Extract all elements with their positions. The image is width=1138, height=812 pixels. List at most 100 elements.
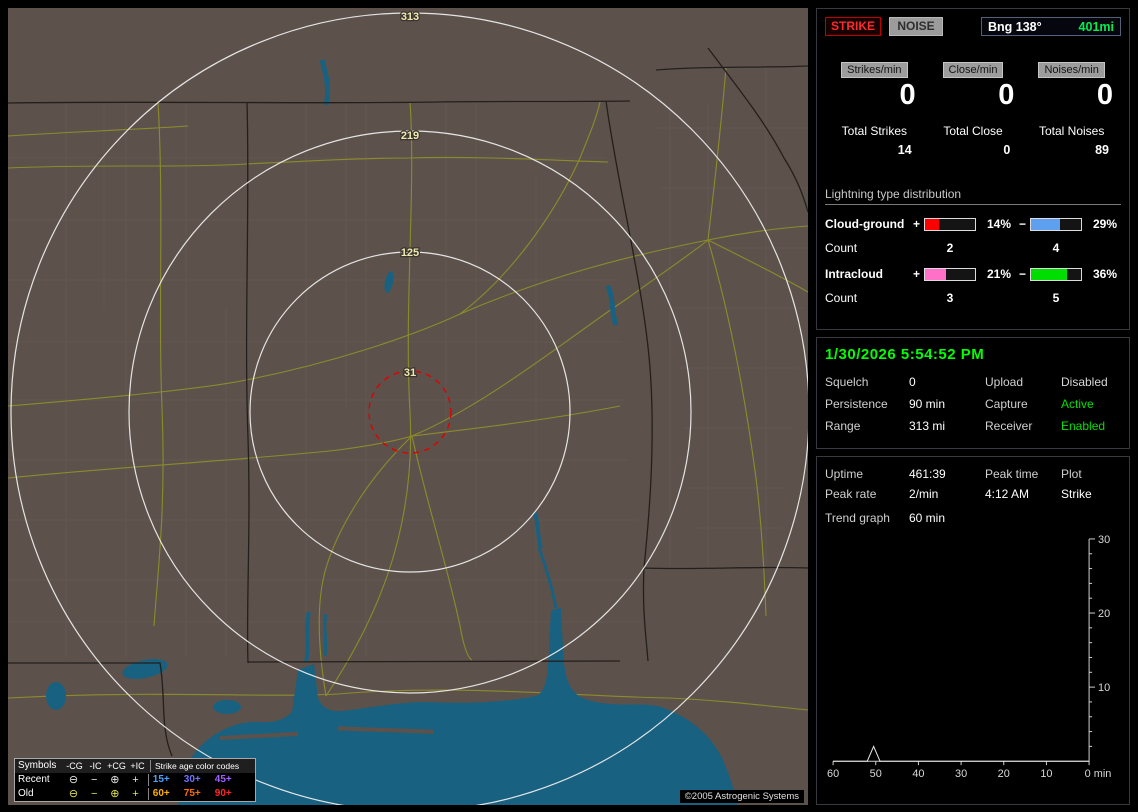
strikes-per-min-column: Strikes/min 0 [825,60,924,112]
svg-text:20: 20 [998,768,1010,780]
neg-ic-symbol-old: − [90,788,98,800]
noises-per-min-value: 0 [1096,79,1114,111]
copyright-notice: ©2005 Astrogenic Systems [679,790,804,803]
lightning-map[interactable]: 313 219 125 31 Symbols -CG -IC +CG +IC S… [8,8,808,805]
strike-indicator-button[interactable]: STRIKE [825,17,881,36]
persistence-value: 90 min [909,397,946,411]
upload-label: Upload [985,375,1024,389]
svg-text:20: 20 [1098,608,1110,620]
legend-col-neg-cg: -CG [66,761,83,771]
neg-cg-symbol-recent: ⊖ [68,774,79,786]
svg-text:30: 30 [1098,534,1110,546]
range-label: Range [825,419,861,433]
trend-graph-plot: 30 20 10 60 50 40 30 20 10 0 min [827,534,1112,780]
bar-fill [925,218,939,230]
intracloud-label: Intracloud [825,267,884,281]
total-noises-value: 89 [1095,143,1110,157]
close-per-min-label: Close/min [942,62,1004,78]
trend-graph-row: Trend graph 60 min [825,511,1121,525]
distribution-title: Lightning type distribution [825,187,1121,205]
cloud-ground-positive-pct: 14% [986,217,1011,231]
legend-header-row: Symbols -CG -IC +CG +IC Strike age color… [15,759,255,773]
svg-text:30: 30 [955,768,967,780]
intracloud-negative-bar [1030,267,1082,281]
legend-symbols-header: Symbols [18,760,57,771]
peak-rate-label: Peak rate [825,487,877,501]
peak-time-label: Peak time [985,467,1039,481]
settings-row: Range 313 mi Receiver Enabled [825,419,1121,433]
cloud-ground-label: Cloud-ground [825,217,905,231]
uptime-row: Uptime 461:39 Peak time Plot [825,467,1121,481]
squelch-label: Squelch [825,375,869,389]
total-close-label: Total Close [943,124,1003,138]
total-strikes-column: Total Strikes 14 [825,124,924,157]
capture-label: Capture [985,397,1028,411]
svg-text:50: 50 [870,768,882,780]
receiver-status: Enabled [1061,419,1106,433]
trend-graph-label: Trend graph [825,511,890,525]
svg-text:10: 10 [1040,768,1052,780]
age-code: 60+ [152,788,170,799]
plus-sign: + [913,217,921,231]
ring-label-third: 219 [401,130,419,142]
total-strikes-label: Total Strikes [841,124,908,138]
upload-status: Disabled [1061,375,1108,389]
pos-cg-symbol-recent: ⊕ [110,774,120,786]
intracloud-positive-bar [924,267,976,281]
legend-col-neg-ic: -IC [89,761,102,771]
total-close-column: Total Close 0 [924,124,1023,157]
noise-indicator-button[interactable]: NOISE [889,17,943,36]
close-per-min-value: 0 [998,79,1015,111]
legend-col-pos-ic: +IC [130,761,145,771]
ring-label-outer: 313 [401,11,419,23]
recent-age-codes: 15+ 30+ 45+ [147,774,255,786]
close-per-min-column: Close/min 0 [924,60,1023,112]
bar-fill [1031,268,1067,280]
total-noises-label: Total Noises [1038,124,1105,138]
total-close-value: 0 [1003,143,1011,157]
settings-row: Squelch 0 Upload Disabled [825,375,1121,389]
svg-text:0 min: 0 min [1085,768,1112,780]
legend-old-row: Old ⊖ − ⊕ + 60+ 75+ 90+ [15,787,255,801]
neg-ic-symbol-recent: − [90,774,98,786]
strikes-per-min-value: 0 [899,79,916,111]
legend-col-pos-cg: +CG [107,761,126,771]
cloud-ground-positive-bar [924,217,976,231]
bar-fill [925,268,946,280]
peak-time-value: 4:12 AM [985,487,1030,501]
settings-row: Persistence 90 min Capture Active [825,397,1121,411]
age-code: 90+ [214,788,232,799]
svg-text:40: 40 [912,768,924,780]
indicator-row: STRIKE NOISE Bng 138° 401mi [825,17,1121,36]
bearing-distance: 401mi [1078,19,1114,34]
rates-row: Strikes/min 0 Close/min 0 Noises/min 0 [825,60,1121,112]
age-code: 75+ [183,788,201,799]
plot-value: Strike [1061,487,1092,501]
legend-recent-label: Recent [18,774,50,785]
system-clock: 1/30/2026 5:54:52 PM [825,346,985,363]
intracloud-count-row: Count 3 5 [825,291,1121,305]
bearing-label: Bng 138° [988,19,1042,34]
peak-rate-value: 2/min [909,487,939,501]
trend-panel: Uptime 461:39 Peak time Plot Peak rate 2… [816,456,1130,805]
svg-text:10: 10 [1098,682,1110,694]
svg-text:60: 60 [827,768,839,780]
intracloud-row: Intracloud + 21% − 36% [825,267,1121,281]
legend-age-header: Strike age color codes [150,760,255,772]
capture-status: Active [1061,397,1094,411]
ring-label-second: 125 [401,247,419,259]
plot-label: Plot [1061,467,1082,481]
status-panel: 1/30/2026 5:54:52 PM Squelch 0 Upload Di… [816,337,1130,449]
old-age-codes: 60+ 75+ 90+ [147,788,255,800]
range-value: 313 mi [909,419,946,433]
land-background [8,8,808,805]
uptime-value: 461:39 [909,467,946,481]
cloud-ground-negative-pct: 29% [1092,217,1117,231]
count-label: Count [825,291,858,305]
cloud-ground-negative-count: 4 [1052,241,1060,255]
neg-cg-symbol-old: ⊖ [68,788,79,800]
legend-recent-row: Recent ⊖ − ⊕ + 15+ 30+ 45+ [15,773,255,787]
stats-panel: STRIKE NOISE Bng 138° 401mi Strikes/min … [816,8,1130,330]
noises-per-min-column: Noises/min 0 [1022,60,1121,112]
total-noises-column: Total Noises 89 [1022,124,1121,157]
